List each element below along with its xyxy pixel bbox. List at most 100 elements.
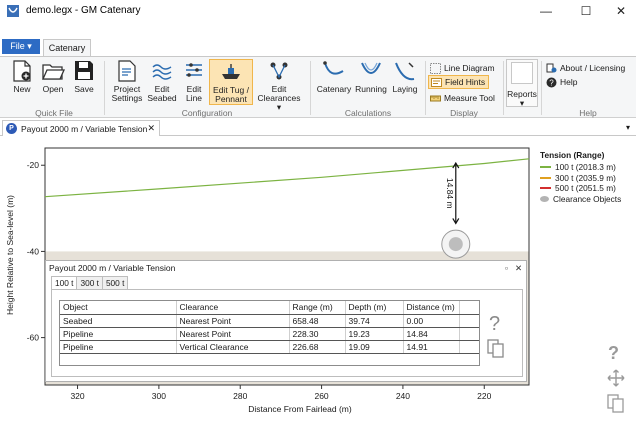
column-header-spacer — [459, 301, 479, 315]
help-icon: ? — [546, 77, 557, 87]
panel-restore-icon[interactable]: ▫ — [505, 263, 508, 273]
document-tab[interactable]: P Payout 2000 m / Variable Tension ✕ — [2, 120, 160, 136]
new-button[interactable]: New — [8, 59, 36, 94]
ribbon: New Open Save Quick File Project Setting… — [0, 56, 636, 118]
open-folder-icon — [41, 64, 65, 80]
column-header-object[interactable]: Object — [60, 301, 177, 315]
catenary-curve-icon — [323, 61, 344, 75]
running-button[interactable]: Running — [353, 59, 389, 94]
tab-catenary[interactable]: Catenary — [43, 39, 91, 56]
measure-label: 14.84 m — [445, 178, 455, 209]
cell-distance: 14.84 — [403, 327, 460, 341]
tab-500t[interactable]: 500 t — [101, 276, 129, 289]
table-row[interactable]: Pipeline Nearest Point 228.30 19.23 14.8… — [60, 327, 479, 341]
edit-tug-pennant-button[interactable]: Edit Tug / Pennant — [209, 59, 253, 105]
line-diagram-button[interactable]: Line Diagram — [430, 62, 495, 74]
edit-seabed-button[interactable]: Edit Seabed — [147, 59, 177, 103]
reports-button[interactable]: Reports ▾ — [506, 59, 538, 108]
about-licensing-button[interactable]: About / Licensing — [546, 62, 625, 74]
quick-file-group-label: Quick File — [35, 108, 73, 118]
title-bar: demo.legx - GM Catenary — ☐ ✕ — [0, 0, 636, 22]
catenary-button[interactable]: Catenary — [316, 59, 352, 94]
cell-object: Pipeline — [60, 327, 177, 341]
pan-move-icon[interactable] — [607, 369, 625, 387]
cell-clearance: Nearest Point — [176, 314, 290, 328]
save-button[interactable]: Save — [70, 59, 98, 94]
reports-label: Reports ▾ — [507, 89, 537, 108]
measure-tool-label: Measure Tool — [444, 93, 495, 103]
help-button[interactable]: ? Help — [546, 76, 577, 88]
edit-clearances-button[interactable]: Edit Clearances ▾ — [255, 59, 303, 112]
y-axis-label: Height Relative to Sea-level (m) — [5, 195, 15, 315]
x-tick-label: 280 — [233, 391, 247, 401]
close-button[interactable]: ✕ — [606, 0, 636, 22]
cell-spacer — [459, 327, 479, 341]
x-tick-label: 220 — [477, 391, 491, 401]
cell-clearance: Nearest Point — [176, 327, 290, 341]
column-header-range[interactable]: Range (m) — [289, 301, 346, 315]
column-header-clearance[interactable]: Clearance — [176, 301, 290, 315]
legend-item-clearance: Clearance Objects — [540, 194, 621, 205]
ribbon-tabs: File ▾ Catenary — [0, 38, 636, 56]
x-axis-label: Distance From Fairlead (m) — [248, 404, 352, 414]
display-group-label: Display — [450, 108, 478, 118]
window-title: demo.legx - GM Catenary — [26, 5, 141, 16]
cell-distance: 0.00 — [403, 314, 460, 328]
legend-dot-icon — [540, 195, 549, 202]
ribbon-divider — [104, 61, 105, 115]
license-icon — [546, 63, 557, 72]
new-file-icon — [13, 60, 31, 82]
panel-help-icon[interactable]: ? — [489, 313, 500, 336]
file-tab[interactable]: File ▾ — [2, 39, 40, 54]
tab-100t[interactable]: 100 t — [51, 276, 78, 290]
document-tab-close-icon[interactable]: ✕ — [147, 123, 155, 134]
tug-icon — [222, 64, 240, 79]
ribbon-divider — [541, 61, 542, 115]
open-button[interactable]: Open — [38, 59, 68, 94]
maximize-button[interactable]: ☐ — [571, 0, 601, 22]
edit-line-icon — [186, 63, 202, 77]
minimize-button[interactable]: — — [531, 0, 561, 22]
legend-item-300t: 300 t (2035.9 m) — [540, 173, 621, 184]
document-tab-label: Payout 2000 m / Variable Tension — [21, 123, 148, 134]
edit-line-button[interactable]: Edit Line — [180, 59, 208, 103]
cell-object: Pipeline — [60, 340, 177, 354]
panel-close-icon[interactable]: ✕ — [515, 263, 522, 274]
document-menu-icon[interactable]: ▾ — [626, 123, 630, 132]
y-tick-label: -60 — [27, 333, 40, 343]
x-tick-label: 260 — [314, 391, 328, 401]
column-header-distance[interactable]: Distance (m) — [403, 301, 460, 315]
table-row[interactable]: Pipeline Vertical Clearance 226.68 19.09… — [60, 340, 479, 354]
field-hints-icon — [431, 77, 442, 87]
panel-tabs: 100 t 300 t 500 t — [51, 276, 129, 290]
cell-range: 658.48 — [289, 314, 346, 328]
new-label: New — [13, 84, 31, 94]
running-label: Running — [355, 84, 387, 94]
legend-label: Clearance Objects — [553, 193, 622, 204]
measure-tool-button[interactable]: Measure Tool — [430, 92, 495, 104]
y-axis-label-box: Height Relative to Sea-level (m) — [4, 186, 15, 326]
table-row[interactable]: Seabed Nearest Point 658.48 39.74 0.00 — [60, 314, 479, 328]
ribbon-divider — [425, 61, 426, 115]
column-header-depth[interactable]: Depth (m) — [345, 301, 404, 315]
laying-curve-icon — [395, 62, 415, 81]
clearance-object — [448, 237, 463, 252]
tab-300t[interactable]: 300 t — [76, 276, 103, 289]
help-label: Help — [560, 77, 578, 87]
calculations-group-label: Calculations — [344, 108, 392, 118]
project-settings-button[interactable]: Project Settings — [109, 59, 145, 103]
x-tick-label: 300 — [152, 391, 166, 401]
legend-item-100t: 100 t (2018.3 m) — [540, 162, 621, 173]
help-question-icon[interactable]: ? — [608, 343, 619, 364]
ribbon-divider — [503, 61, 504, 115]
copy-icon[interactable] — [607, 394, 625, 414]
legend: Tension (Range) 100 t (2018.3 m) 300 t (… — [540, 150, 621, 204]
project-settings-icon — [118, 60, 136, 82]
field-hints-button[interactable]: Field Hints — [428, 75, 490, 89]
catenary-label: Catenary — [316, 84, 352, 94]
cell-clearance: Vertical Clearance — [176, 340, 290, 354]
panel-copy-icon[interactable] — [487, 339, 505, 359]
laying-label: Laying — [392, 84, 418, 94]
laying-button[interactable]: Laying — [390, 59, 420, 94]
legend-label: 500 t (2051.5 m) — [555, 183, 616, 194]
